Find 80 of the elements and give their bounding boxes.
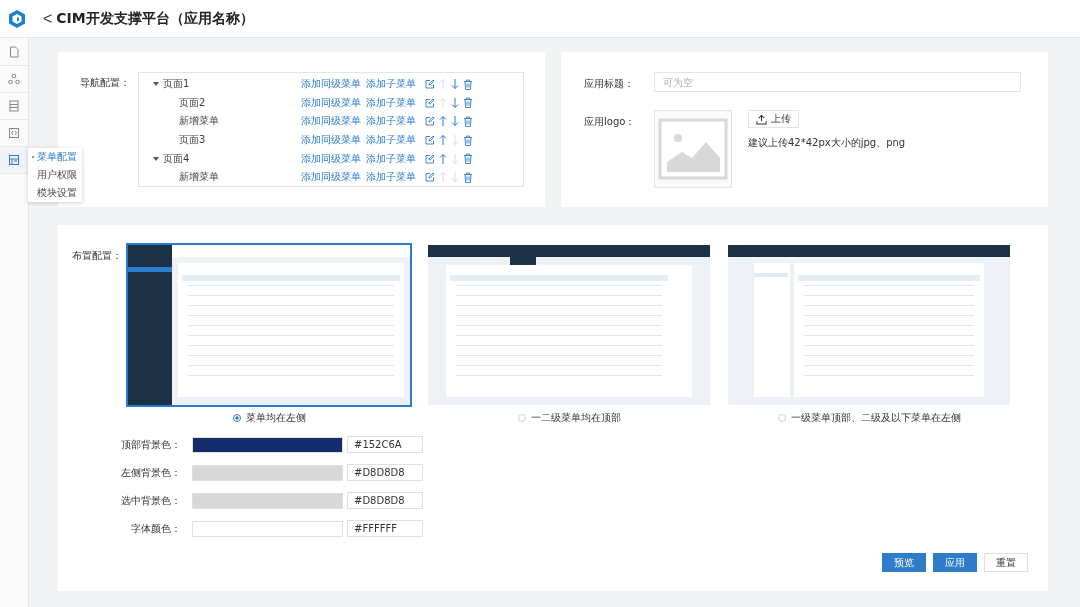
tree-item-label[interactable]: 页面1 — [163, 77, 190, 92]
code-icon — [8, 127, 20, 139]
tree-item-label[interactable]: 新增菜单 — [179, 114, 219, 129]
edit-icon[interactable] — [425, 153, 435, 164]
action-link[interactable]: 添加同级菜单 — [301, 95, 361, 110]
color-value-field[interactable]: #D8D8D8 — [347, 492, 423, 509]
color-value-field[interactable]: #FFFFFF — [347, 520, 423, 537]
action-link[interactable]: 添加同级菜单 — [301, 114, 361, 129]
title-input-field[interactable]: 可为空 — [654, 72, 1021, 92]
upload-button[interactable]: 上传 — [748, 110, 799, 128]
down-arrow-icon[interactable] — [451, 96, 459, 109]
tree-item-label[interactable]: 页面2 — [179, 95, 206, 110]
action-link[interactable]: 添加同级菜单 — [301, 151, 361, 166]
layout-preview-drawing[interactable] — [426, 243, 712, 407]
field-label: 应用logo： — [584, 115, 637, 129]
edit-icon[interactable] — [425, 116, 435, 127]
page-title: CIM开发支撑平台（应用名称） — [56, 9, 254, 28]
trash-icon[interactable] — [463, 134, 473, 146]
tree-item-label[interactable]: 页面3 — [179, 133, 206, 148]
field-label: 导航配置： — [80, 76, 131, 90]
layout-radio-option[interactable]: 一二级菜单均在顶部 — [517, 411, 621, 425]
field-label: 字体颜色： — [130, 521, 182, 536]
trash-icon[interactable] — [463, 97, 473, 109]
action-link[interactable]: 添加子菜单 — [366, 114, 416, 129]
back-button[interactable]: < — [39, 9, 57, 28]
trash-icon[interactable] — [463, 78, 473, 90]
down-arrow-icon[interactable] — [451, 78, 459, 91]
layout-preview-drawing[interactable] — [126, 243, 412, 407]
color-swatch[interactable] — [192, 520, 343, 537]
color-swatch[interactable] — [192, 436, 343, 453]
edit-icon[interactable] — [425, 172, 435, 183]
color-value-field[interactable]: #152C6A — [347, 436, 423, 453]
field-label: 选中背景色： — [120, 493, 182, 508]
menu-item[interactable]: 用户权限 — [28, 166, 82, 184]
field-label: 布置配置： — [72, 249, 123, 263]
menu-item[interactable]: 菜单配置 — [28, 148, 82, 166]
primary-button[interactable]: 预览 — [882, 553, 926, 572]
field-label: 应用标题： — [584, 77, 635, 91]
primary-button[interactable]: 应用 — [933, 553, 977, 572]
action-link[interactable]: 添加子菜单 — [366, 95, 416, 110]
layout-preview-drawing[interactable] — [726, 243, 1012, 407]
document-icon — [8, 46, 20, 58]
color-swatch[interactable] — [192, 464, 343, 481]
trash-icon[interactable] — [463, 116, 473, 127]
logo-icon — [7, 8, 27, 29]
up-arrow-icon[interactable] — [439, 115, 447, 128]
field-label: 左侧背景色： — [120, 465, 182, 480]
edit-icon[interactable] — [425, 97, 435, 108]
trash-icon[interactable] — [463, 171, 473, 183]
menu-item[interactable]: 模块设置 — [28, 184, 82, 202]
list-icon — [8, 100, 20, 112]
action-link[interactable]: 添加同级菜单 — [301, 170, 361, 185]
color-value-field[interactable]: #D8D8D8 — [347, 464, 423, 481]
down-arrow-icon[interactable] — [451, 115, 459, 128]
tree-item-label[interactable]: 页面4 — [163, 151, 190, 166]
reset-button[interactable]: 重置 — [984, 553, 1028, 572]
action-link[interactable]: 添加子菜单 — [366, 133, 416, 148]
upload-icon — [756, 113, 767, 125]
color-swatch[interactable] — [192, 492, 343, 509]
action-link[interactable]: 添加子菜单 — [366, 170, 416, 185]
up-arrow-icon[interactable] — [439, 134, 447, 147]
tree-item-label[interactable]: 新增菜单 — [179, 170, 219, 185]
edit-icon[interactable] — [425, 135, 435, 146]
layout-radio-option[interactable]: 一级菜单顶部、二级及以下菜单在左侧 — [777, 411, 961, 425]
action-link[interactable]: 添加子菜单 — [366, 77, 416, 92]
up-arrow-icon[interactable] — [439, 152, 447, 165]
sidebar-item[interactable] — [0, 147, 28, 174]
edit-icon[interactable] — [425, 79, 435, 90]
caret-icon[interactable] — [153, 82, 159, 87]
action-link[interactable]: 添加子菜单 — [366, 151, 416, 166]
layout-radio-option[interactable]: 菜单均在左侧 — [232, 411, 306, 425]
image-placeholder-icon — [654, 110, 732, 188]
action-link[interactable]: 添加同级菜单 — [301, 133, 361, 148]
trash-icon[interactable] — [463, 153, 473, 165]
nodes-icon — [8, 73, 20, 85]
action-link[interactable]: 添加同级菜单 — [301, 77, 361, 92]
caret-icon[interactable] — [153, 156, 159, 161]
upload-hint: 建议上传42*42px大小的jpg、png — [748, 136, 906, 150]
field-label: 顶部背景色： — [120, 437, 182, 452]
menu-config-icon — [8, 154, 20, 166]
